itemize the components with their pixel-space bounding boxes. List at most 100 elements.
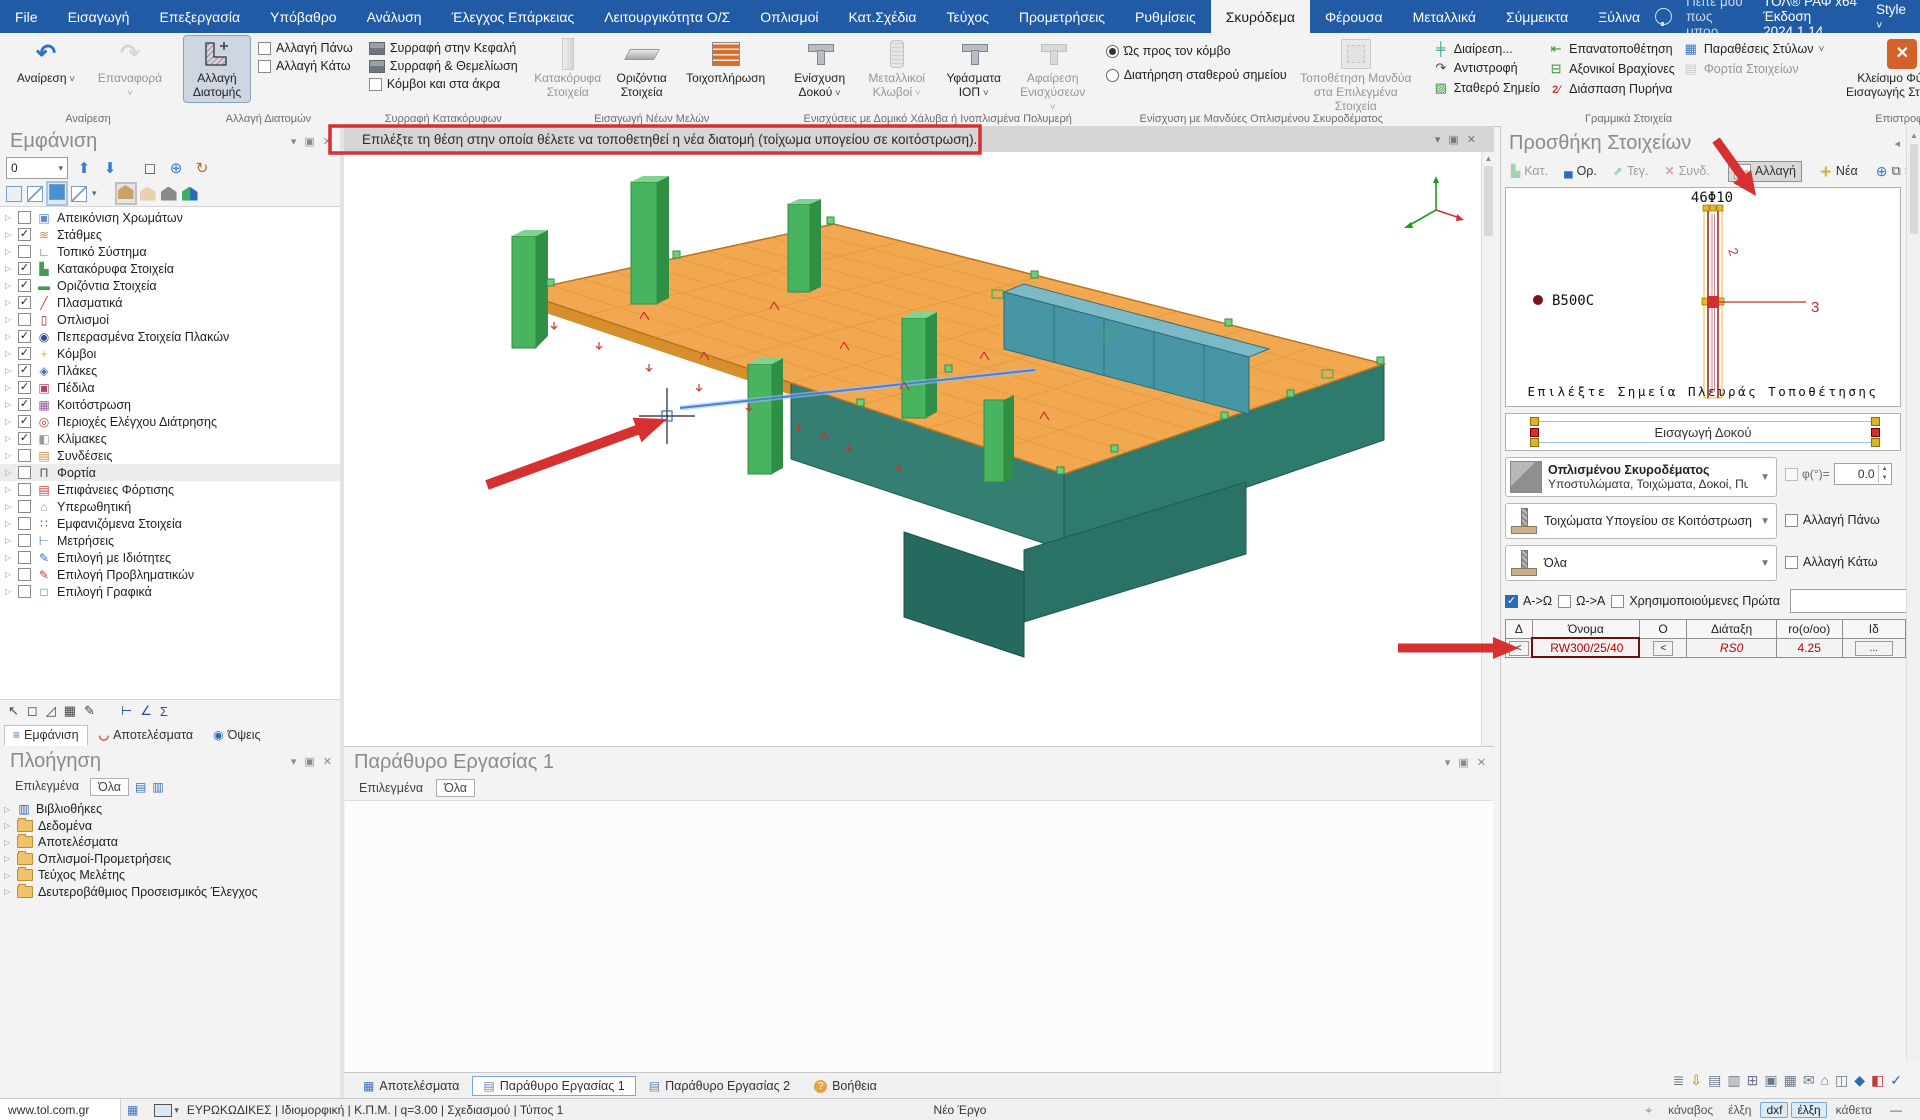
menu-item[interactable]: Τεύχος: [931, 0, 1003, 33]
change-section-button[interactable]: Αλλαγή Διατομής: [184, 36, 250, 102]
connections-filter-button[interactable]: Συνδ.: [1659, 161, 1716, 181]
tree-row[interactable]: ▷ ▣ Πέδιλα: [0, 379, 340, 396]
change-mode-button[interactable]: Αλλαγή: [1728, 161, 1802, 182]
relative-to-node-radio[interactable]: Ώς προς τον κόμβο: [1106, 44, 1287, 58]
tree-row[interactable]: ▷ ▦ Κοιτόστρωση: [0, 396, 340, 413]
menu-item[interactable]: Οπλισμοί: [745, 0, 833, 33]
pin-icon[interactable]: ▣: [304, 135, 314, 148]
vertical-elements-button[interactable]: Κατακόρυφα Στοιχεία: [534, 36, 602, 102]
table-row[interactable]: < RW300/25/40 < RS0 4.25 ...: [1506, 638, 1906, 657]
window-tab[interactable]: Αποτελέσματα: [352, 1076, 470, 1096]
change-bottom-checkbox[interactable]: Αλλαγή Κάτω: [258, 59, 353, 73]
home-icon[interactable]: ⌂: [1821, 1072, 1829, 1088]
sort-az-checkbox[interactable]: Α->Ω: [1505, 594, 1552, 608]
table-icon[interactable]: ⊞: [1747, 1072, 1759, 1089]
axial-arms-button[interactable]: Αξονικοί Βραχίονες: [1548, 61, 1675, 77]
model-3d-view[interactable]: [344, 152, 1481, 746]
change-top-checkbox[interactable]: Αλλαγή Πάνω: [1785, 513, 1880, 527]
close-icon[interactable]: ✕: [1467, 133, 1476, 146]
menu-item[interactable]: Ρυθμίσεις: [1120, 0, 1211, 33]
infill-wall-button[interactable]: Τοιχοπλήρωση: [682, 36, 770, 88]
tree-checkbox[interactable]: [18, 313, 31, 326]
level-up-icon[interactable]: ⬆: [74, 159, 94, 177]
material-dropdown[interactable]: Οπλισμένου Σκυροδέματος Υποστυλώματα, Το…: [1505, 457, 1777, 497]
tree-checkbox[interactable]: [18, 211, 31, 224]
tree-checkbox[interactable]: [18, 585, 31, 598]
caret-icon[interactable]: ▾: [1435, 133, 1441, 146]
window-tab[interactable]: Βοήθεια: [803, 1076, 888, 1096]
navigation-item[interactable]: ▷ Βιβλιοθήκες: [4, 801, 340, 818]
layout-cell[interactable]: RS0: [1687, 638, 1777, 657]
render-gray-icon[interactable]: [161, 187, 177, 201]
tree-checkbox[interactable]: [18, 466, 31, 479]
render-color-icon[interactable]: [182, 187, 198, 201]
tree-checkbox[interactable]: [18, 483, 31, 496]
angle-checkbox[interactable]: [1785, 468, 1798, 481]
col-header[interactable]: Ο: [1639, 620, 1686, 639]
tree-row[interactable]: ▷ ▬ Οριζόντια Στοιχεία: [0, 277, 340, 294]
scroll-up-icon[interactable]: ▲: [1910, 131, 1918, 140]
tree-checkbox[interactable]: [18, 568, 31, 581]
tree-checkbox[interactable]: [18, 432, 31, 445]
invert-button[interactable]: Αντιστροφή: [1433, 60, 1540, 76]
vertical-filter-button[interactable]: Κατ.: [1505, 161, 1554, 181]
menu-item[interactable]: Σύμμεικτα: [1491, 0, 1583, 33]
tree-row[interactable]: ▷ Π Φορτία: [0, 464, 340, 481]
split-icon[interactable]: ◫: [1835, 1072, 1848, 1089]
tree-checkbox[interactable]: [18, 279, 31, 292]
menu-item[interactable]: Επεξεργασία: [144, 0, 255, 33]
change-bottom-checkbox[interactable]: Αλλαγή Κάτω: [1785, 555, 1877, 569]
snap-toggle[interactable]: κάναβος: [1662, 1103, 1719, 1117]
tree-checkbox[interactable]: [18, 228, 31, 241]
purlin-filter-button[interactable]: Τεγ.: [1607, 161, 1655, 181]
scroll-thumb[interactable]: [1910, 144, 1918, 234]
nodes-at-ends-checkbox[interactable]: Κόμβοι και στα άκρα: [369, 77, 518, 91]
expander-icon[interactable]: ▷: [5, 536, 13, 545]
column-quotes-button[interactable]: Παραθέσεις Στύλων: [1683, 41, 1825, 57]
section-filter-dropdown[interactable]: Όλα ▼: [1505, 545, 1777, 581]
navigation-item[interactable]: ▷ Δεδομένα: [4, 818, 340, 835]
stitch-foundation-button[interactable]: Συρραφή & Θεμελίωση: [369, 59, 518, 73]
scroll-thumb[interactable]: [1484, 166, 1493, 236]
workspace-tab[interactable]: Όλα: [436, 779, 475, 797]
tree-row[interactable]: ▷ ▤ Επιφάνειες Φόρτισης: [0, 481, 340, 498]
tree-checkbox[interactable]: [18, 500, 31, 513]
menu-item[interactable]: Σκυρόδεμα: [1211, 0, 1310, 33]
menu-item[interactable]: Λειτουργικότητα Ο/Σ: [589, 0, 745, 33]
view-hidden-icon[interactable]: [71, 186, 87, 202]
anchor-icon[interactable]: ⌖: [1645, 1103, 1652, 1118]
export-icon[interactable]: ⇩: [1690, 1072, 1702, 1089]
layout-icon[interactable]: ▤: [135, 780, 146, 794]
expander-icon[interactable]: ▷: [4, 887, 12, 896]
close-icon[interactable]: ✕: [1477, 756, 1486, 769]
tree-row[interactable]: ▷ ◎ Περιοχές Ελέγχου Διάτρησης: [0, 413, 340, 430]
sort-za-checkbox[interactable]: Ω->Α: [1558, 594, 1605, 608]
tree-checkbox[interactable]: [18, 551, 31, 564]
col-header[interactable]: Διάταξη: [1687, 620, 1777, 639]
rotate-view-icon[interactable]: ↻: [192, 159, 212, 177]
diamond-icon[interactable]: ◆: [1854, 1072, 1865, 1089]
expander-icon[interactable]: ▷: [5, 553, 13, 562]
angle-icon[interactable]: ∠: [140, 703, 152, 719]
expander-icon[interactable]: ▷: [5, 468, 13, 477]
expander-icon[interactable]: ▷: [5, 298, 13, 307]
remove-strengthening-button[interactable]: Αφαίρεση Ενισχύσεων: [1016, 36, 1090, 115]
zoom-window-icon[interactable]: [1891, 163, 1900, 179]
tree-checkbox[interactable]: [18, 262, 31, 275]
menu-item[interactable]: Κατ.Σχέδια: [834, 0, 932, 33]
tree-row[interactable]: ▷ ✎ Επιλογή Προβληματικών: [0, 566, 340, 583]
render-frame-icon[interactable]: [140, 187, 156, 201]
reposition-button[interactable]: Επανατοποθέτηση: [1548, 41, 1675, 57]
caret-icon[interactable]: ▾: [1445, 756, 1451, 769]
menu-item[interactable]: Μεταλλικά: [1398, 0, 1491, 33]
core-split-button[interactable]: Διάσπαση Πυρήνα: [1548, 81, 1675, 96]
expander-icon[interactable]: ▷: [5, 281, 13, 290]
snap-toggle[interactable]: έλξη: [1791, 1102, 1826, 1118]
expander-icon[interactable]: ▷: [5, 383, 13, 392]
expander-icon[interactable]: ▷: [5, 400, 13, 409]
close-entry-sheet-button[interactable]: Κλείσιμο Φύλλου Εισαγωγής Στοιχείων: [1840, 36, 1920, 102]
expander-icon[interactable]: ▷: [5, 213, 13, 222]
prev-button[interactable]: <: [1653, 641, 1673, 656]
tree-row[interactable]: ▷ ∷ Εμφανιζόμενα Στοιχεία: [0, 515, 340, 532]
divide-button[interactable]: Διαίρεση...: [1433, 41, 1540, 56]
